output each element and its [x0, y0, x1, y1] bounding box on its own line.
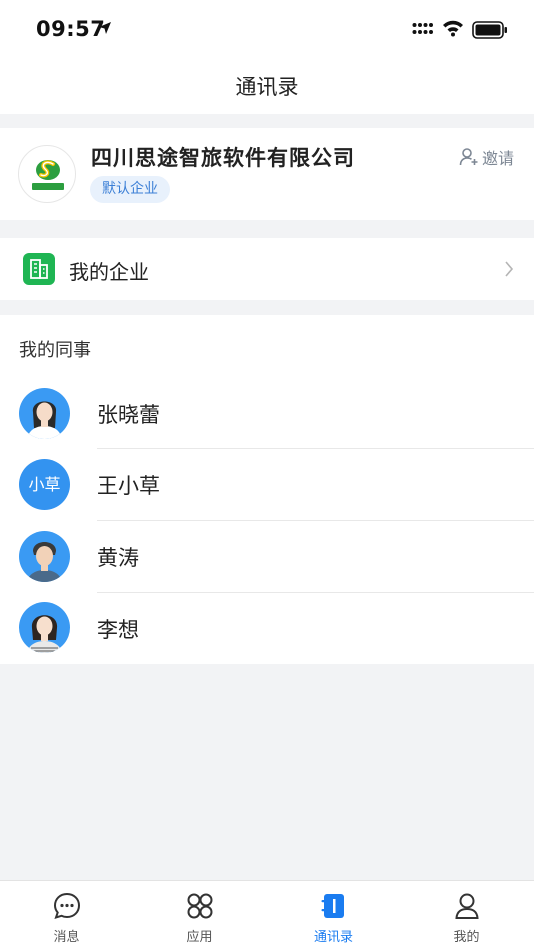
avatar — [19, 602, 70, 653]
tab-label: 消息 — [53, 930, 80, 945]
tab-label: 通讯录 — [313, 930, 353, 945]
cellular-signal-icon — [412, 23, 433, 34]
location-arrow-icon — [99, 22, 111, 34]
chevron-right-icon — [505, 261, 514, 277]
tab-bar: 消息 应用 通讯录 我的 — [0, 880, 534, 950]
tab-contacts[interactable]: 通讯录 — [267, 881, 400, 950]
company-card[interactable]: 四川思途智旅软件有限公司 默认企业 邀请 — [0, 128, 534, 220]
contacts-icon — [321, 894, 344, 918]
company-name: 四川思途智旅软件有限公司 — [91, 146, 355, 170]
tab-messages[interactable]: 消息 — [0, 881, 133, 950]
tab-apps[interactable]: 应用 — [133, 881, 266, 950]
list-item[interactable]: 黄涛 — [0, 521, 534, 593]
status-bar: 09:57 — [0, 0, 534, 56]
apps-icon — [187, 893, 212, 919]
company-logo-icon — [32, 160, 64, 190]
person-name: 王小草 — [97, 474, 160, 498]
status-time: 09:57 — [36, 17, 106, 41]
colleagues-section: 我的同事 张晓蕾 小草 王小草 黄涛 李想 — [0, 315, 534, 664]
company-logo — [18, 145, 76, 203]
default-company-badge: 默认企业 — [90, 176, 170, 203]
person-name: 黄涛 — [97, 546, 139, 570]
list-item[interactable]: 李想 — [0, 593, 534, 665]
profile-icon — [454, 893, 479, 919]
person-name: 张晓蕾 — [97, 403, 160, 427]
invite-label: 邀请 — [481, 149, 514, 168]
chat-icon — [53, 892, 80, 920]
add-user-icon — [459, 148, 478, 166]
nav-bar: 通讯录 — [0, 56, 534, 114]
my-enterprise-row[interactable]: 我的企业 — [0, 238, 534, 300]
tab-label: 应用 — [186, 930, 213, 945]
section-title: 我的同事 — [19, 340, 91, 361]
list-item[interactable]: 小草 王小草 — [0, 449, 534, 521]
list-item[interactable]: 张晓蕾 — [0, 377, 534, 449]
tab-profile[interactable]: 我的 — [400, 881, 533, 950]
avatar — [19, 531, 70, 582]
invite-button[interactable]: 邀请 — [459, 145, 514, 169]
building-icon — [23, 253, 55, 285]
battery-icon — [472, 21, 507, 39]
tab-label: 我的 — [453, 930, 480, 945]
avatar — [19, 388, 70, 439]
wifi-icon — [443, 20, 463, 37]
person-name: 李想 — [97, 618, 139, 642]
my-enterprise-label: 我的企业 — [69, 260, 149, 284]
page-title: 通讯录 — [235, 75, 299, 99]
avatar: 小草 — [19, 459, 70, 510]
